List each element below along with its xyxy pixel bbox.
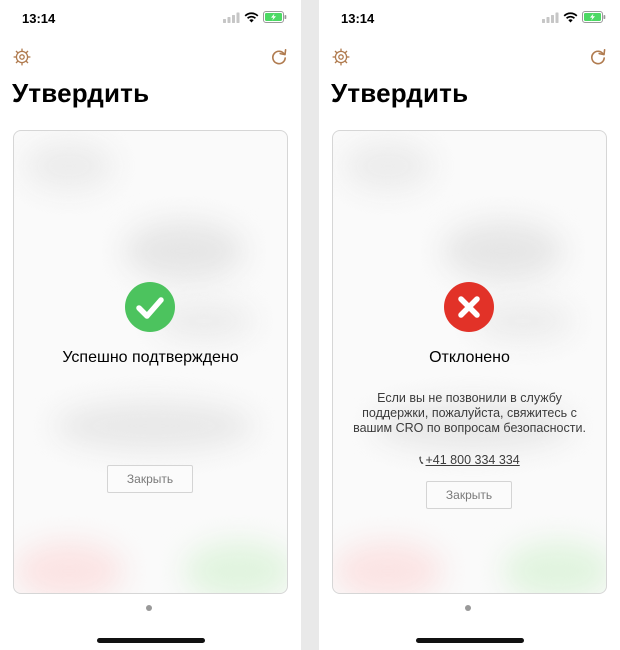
status-bar: 13:14 xyxy=(319,0,620,36)
home-indicator[interactable] xyxy=(97,638,205,643)
wifi-icon xyxy=(244,11,259,22)
close-button[interactable]: Закрыть xyxy=(426,481,512,509)
battery-charging-icon xyxy=(582,11,606,23)
blurred-background xyxy=(14,541,124,593)
phone-screen-approved: 13:14 Утвердить Успешно подтверждено Зак… xyxy=(0,0,301,650)
page-title: Утвердить xyxy=(331,78,469,108)
result-status-text: Успешно подтверждено xyxy=(62,349,239,366)
wifi-icon xyxy=(563,11,578,22)
cross-icon xyxy=(444,282,494,332)
support-phone-link[interactable]: +41 800 334 334 xyxy=(426,453,520,467)
status-icons xyxy=(223,11,287,23)
signal-icon xyxy=(223,12,240,23)
page-title: Утвердить xyxy=(12,78,150,108)
signal-icon xyxy=(542,12,559,23)
blurred-background xyxy=(333,541,443,593)
status-time: 13:14 xyxy=(341,11,375,26)
refresh-icon[interactable] xyxy=(269,47,289,67)
blurred-background xyxy=(24,141,114,191)
result-status-text: Отклонено xyxy=(429,349,510,366)
gear-icon[interactable] xyxy=(12,47,32,67)
blurred-background xyxy=(124,221,244,281)
home-indicator[interactable] xyxy=(416,638,524,643)
status-icons xyxy=(542,11,606,23)
battery-charging-icon xyxy=(263,11,287,23)
blurred-background xyxy=(343,141,433,191)
result-card: Успешно подтверждено Закрыть xyxy=(13,130,288,594)
blurred-background xyxy=(503,541,606,593)
phone-screen-rejected: 13:14 Утвердить Отклонено Если вы не поз… xyxy=(319,0,620,650)
rejection-message: Если вы не позвонили в службу поддержки,… xyxy=(353,391,586,435)
blurred-background xyxy=(54,401,254,451)
result-card: Отклонено Если вы не позвонили в службу … xyxy=(332,130,607,594)
checkmark-icon xyxy=(125,282,175,332)
page-indicator-dot xyxy=(465,605,471,611)
blurred-background xyxy=(443,221,563,281)
gear-icon[interactable] xyxy=(331,47,351,67)
close-button[interactable]: Закрыть xyxy=(107,465,193,493)
status-time: 13:14 xyxy=(22,11,56,26)
phone-icon: 📞︎ xyxy=(419,453,424,467)
status-bar: 13:14 xyxy=(0,0,301,36)
refresh-icon[interactable] xyxy=(588,47,608,67)
screen-divider xyxy=(301,0,319,650)
page-indicator-dot xyxy=(146,605,152,611)
support-phone-line: 📞︎ +41 800 334 334 xyxy=(333,453,606,468)
blurred-background xyxy=(184,541,287,593)
